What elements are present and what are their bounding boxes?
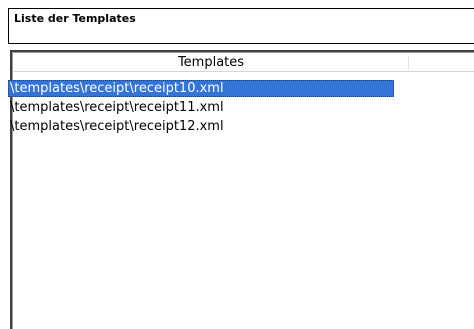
list-item[interactable]: \templates\receipt\receipt11.xml bbox=[8, 99, 394, 116]
panel-title: Liste der Templates bbox=[14, 12, 136, 25]
list-item[interactable]: \templates\receipt\receipt12.xml bbox=[8, 118, 394, 135]
column-header-label: Templates bbox=[177, 55, 245, 70]
title-box: Liste der Templates bbox=[8, 8, 474, 44]
column-header-templates[interactable]: Templates bbox=[14, 54, 474, 72]
templates-panel: Liste der Templates Templates \templates… bbox=[0, 0, 474, 329]
list-item[interactable]: \templates\receipt\receipt10.xml bbox=[8, 80, 394, 97]
column-divider[interactable] bbox=[408, 56, 409, 70]
